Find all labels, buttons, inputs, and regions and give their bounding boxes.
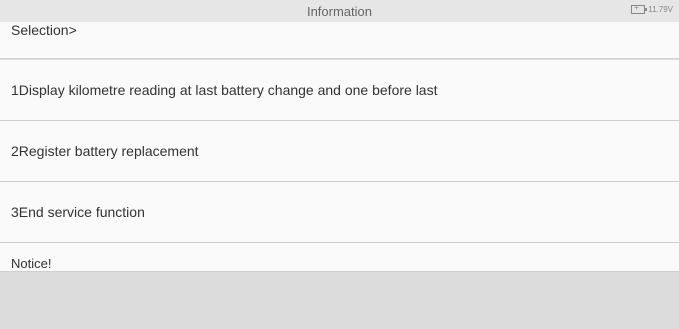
selection-label: Selection> [11,22,77,38]
menu-item-label: 3End service function [11,204,145,220]
battery-icon [631,3,648,14]
battery-status: 11.79V [631,3,673,14]
menu-item-end-service[interactable]: 3End service function [0,182,679,243]
battery-voltage: 11.79V [648,5,673,14]
menu-item-display-km-reading[interactable]: 1Display kilometre reading at last batte… [0,59,679,121]
selection-header: Selection> [0,22,679,59]
page-title: Information [306,4,373,19]
menu-item-label: 1Display kilometre reading at last batte… [11,82,438,98]
top-bar: Information 11.79V [0,0,679,23]
notice-label: Notice! [11,256,52,271]
notice-content-area [0,272,679,329]
menu-item-register-battery[interactable]: 2Register battery replacement [0,121,679,182]
notice-section: Notice! [0,243,679,272]
menu-item-label: 2Register battery replacement [11,143,199,159]
